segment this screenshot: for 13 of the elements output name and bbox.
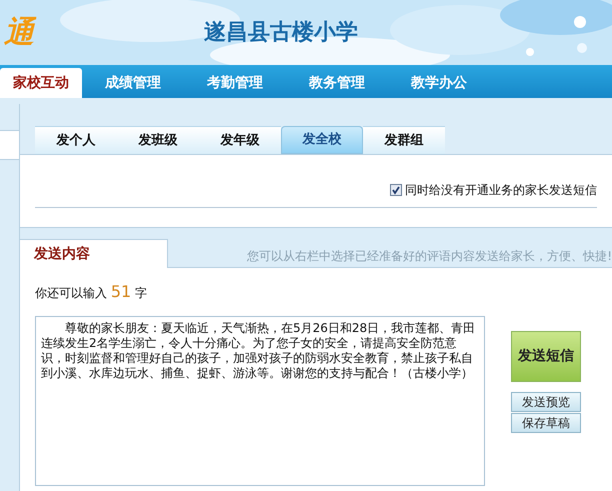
content-tab[interactable]: 发送内容 [20,239,168,268]
remaining-count: 你还可以输入 51 字 [35,281,148,303]
nav-tab[interactable]: 家校互动 [0,68,82,98]
checkbox[interactable] [390,184,402,196]
check-icon [391,185,401,195]
option-label: 同时给没有开通业务的家长发送短信 [405,182,597,199]
logo: 通 [4,18,34,48]
send-sms-button[interactable]: 发送短信 [511,331,581,382]
preview-button[interactable]: 发送预览 [511,392,581,412]
send-tab[interactable]: 发全校 [281,126,363,154]
message-field[interactable]: 尊敬的家长朋友：夏天临近，天气渐热，在5月26日和28日，我市莲都、青田连续发生2名学生溺亡，令人十分痛心。为了您子女的安全，请提高安全防范意识，时刻监督和管理好自己的孩子，加强对孩子的防弱水安全教育，禁止孩子私自到小溪、水库边玩水、捕鱼、捉虾、游泳等。谢谢您的支持与配合！（古楼小学） [35,316,485,486]
save-draft-button[interactable]: 保存草稿 [511,413,581,433]
school-title: 遂昌县古楼小学 [204,19,358,47]
